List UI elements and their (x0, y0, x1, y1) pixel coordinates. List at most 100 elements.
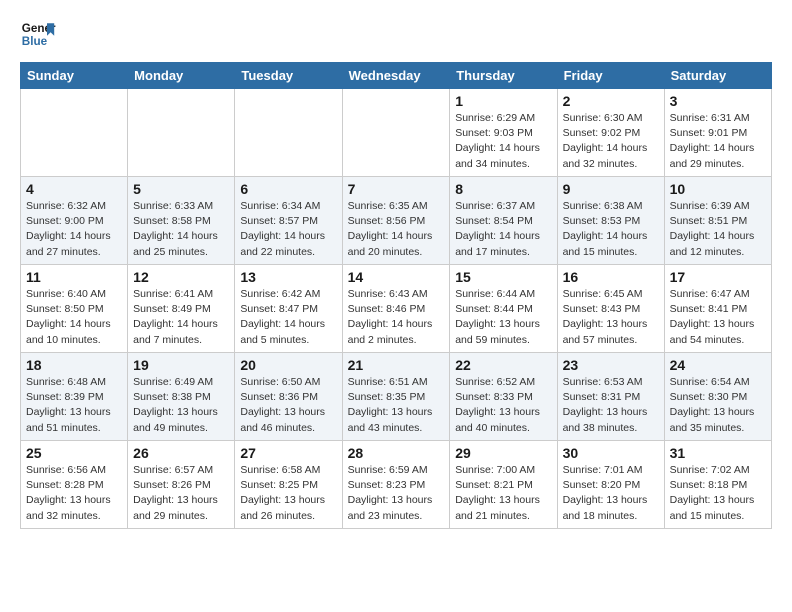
day-info: Sunrise: 6:45 AM Sunset: 8:43 PM Dayligh… (563, 287, 659, 348)
day-number: 27 (240, 445, 336, 461)
calendar-cell: 19Sunrise: 6:49 AM Sunset: 8:38 PM Dayli… (128, 353, 235, 441)
day-number: 26 (133, 445, 229, 461)
day-info: Sunrise: 6:56 AM Sunset: 8:28 PM Dayligh… (26, 463, 122, 524)
calendar-cell: 8Sunrise: 6:37 AM Sunset: 8:54 PM Daylig… (450, 177, 557, 265)
weekday-header: Friday (557, 63, 664, 89)
weekday-header: Tuesday (235, 63, 342, 89)
calendar-cell: 21Sunrise: 6:51 AM Sunset: 8:35 PM Dayli… (342, 353, 450, 441)
calendar-cell (235, 89, 342, 177)
day-number: 7 (348, 181, 445, 197)
weekday-header: Thursday (450, 63, 557, 89)
day-number: 24 (670, 357, 766, 373)
day-info: Sunrise: 6:32 AM Sunset: 9:00 PM Dayligh… (26, 199, 122, 260)
day-number: 20 (240, 357, 336, 373)
calendar-cell: 9 Sunrise: 6:38 AM Sunset: 8:53 PM Daylig… (557, 177, 664, 265)
calendar-cell: 13 Sunrise: 6:42 AM Sunset: 8:47 PM Dayli… (235, 265, 342, 353)
day-info: Sunrise: 7:02 AM Sunset: 8:18 PM Dayligh… (670, 463, 766, 524)
day-number: 25 (26, 445, 122, 461)
calendar-cell: 11 Sunrise: 6:40 AM Sunset: 8:50 PM Dayli… (21, 265, 128, 353)
calendar-cell: 20 Sunrise: 6:50 AM Sunset: 8:36 PM Dayli… (235, 353, 342, 441)
day-number: 28 (348, 445, 445, 461)
calendar-cell: 27 Sunrise: 6:58 AM Sunset: 8:25 PM Dayli… (235, 441, 342, 529)
calendar-cell: 22 Sunrise: 6:52 AM Sunset: 8:33 PM Dayli… (450, 353, 557, 441)
day-info: Sunrise: 6:50 AM Sunset: 8:36 PM Dayligh… (240, 375, 336, 436)
day-info: Sunrise: 6:54 AM Sunset: 8:30 PM Dayligh… (670, 375, 766, 436)
day-number: 30 (563, 445, 659, 461)
calendar-cell: 15 Sunrise: 6:44 AM Sunset: 8:44 PM Dayli… (450, 265, 557, 353)
day-number: 1 (455, 93, 551, 109)
day-number: 8 (455, 181, 551, 197)
day-info: Sunrise: 6:33 AM Sunset: 8:58 PM Dayligh… (133, 199, 229, 260)
day-number: 31 (670, 445, 766, 461)
calendar-cell (342, 89, 450, 177)
calendar-cell: 6 Sunrise: 6:34 AM Sunset: 8:57 PM Daylig… (235, 177, 342, 265)
calendar-cell (128, 89, 235, 177)
day-number: 18 (26, 357, 122, 373)
day-number: 13 (240, 269, 336, 285)
day-number: 23 (563, 357, 659, 373)
calendar-week-row: 18 Sunrise: 6:48 AM Sunset: 8:39 PM Dayli… (21, 353, 772, 441)
calendar-cell: 7 Sunrise: 6:35 AM Sunset: 8:56 PM Daylig… (342, 177, 450, 265)
calendar-cell: 30 Sunrise: 7:01 AM Sunset: 8:20 PM Dayli… (557, 441, 664, 529)
day-info: Sunrise: 6:31 AM Sunset: 9:01 PM Dayligh… (670, 111, 766, 172)
day-info: Sunrise: 6:29 AM Sunset: 9:03 PM Dayligh… (455, 111, 551, 172)
logo-icon: General Blue (20, 16, 56, 52)
day-info: Sunrise: 6:44 AM Sunset: 8:44 PM Dayligh… (455, 287, 551, 348)
day-info: Sunrise: 6:30 AM Sunset: 9:02 PM Dayligh… (563, 111, 659, 172)
calendar-cell: 23 Sunrise: 6:53 AM Sunset: 8:31 PM Dayli… (557, 353, 664, 441)
day-info: Sunrise: 6:40 AM Sunset: 8:50 PM Dayligh… (26, 287, 122, 348)
day-info: Sunrise: 6:52 AM Sunset: 8:33 PM Dayligh… (455, 375, 551, 436)
calendar-cell: 18 Sunrise: 6:48 AM Sunset: 8:39 PM Dayli… (21, 353, 128, 441)
calendar-cell: 26 Sunrise: 6:57 AM Sunset: 8:26 PM Dayli… (128, 441, 235, 529)
calendar-cell: 10Sunrise: 6:39 AM Sunset: 8:51 PM Dayli… (664, 177, 771, 265)
day-number: 17 (670, 269, 766, 285)
day-info: Sunrise: 6:35 AM Sunset: 8:56 PM Dayligh… (348, 199, 445, 260)
calendar-cell: 4 Sunrise: 6:32 AM Sunset: 9:00 PM Daylig… (21, 177, 128, 265)
day-info: Sunrise: 6:53 AM Sunset: 8:31 PM Dayligh… (563, 375, 659, 436)
day-info: Sunrise: 6:41 AM Sunset: 8:49 PM Dayligh… (133, 287, 229, 348)
calendar-cell: 31 Sunrise: 7:02 AM Sunset: 8:18 PM Dayli… (664, 441, 771, 529)
day-info: Sunrise: 6:49 AM Sunset: 8:38 PM Dayligh… (133, 375, 229, 436)
day-number: 2 (563, 93, 659, 109)
calendar-cell (21, 89, 128, 177)
day-info: Sunrise: 6:38 AM Sunset: 8:53 PM Dayligh… (563, 199, 659, 260)
day-info: Sunrise: 6:34 AM Sunset: 8:57 PM Dayligh… (240, 199, 336, 260)
calendar-week-row: 1 Sunrise: 6:29 AM Sunset: 9:03 PM Daylig… (21, 89, 772, 177)
day-number: 9 (563, 181, 659, 197)
day-number: 29 (455, 445, 551, 461)
day-number: 4 (26, 181, 122, 197)
day-info: Sunrise: 6:43 AM Sunset: 8:46 PM Dayligh… (348, 287, 445, 348)
weekday-header: Saturday (664, 63, 771, 89)
calendar-cell: 25 Sunrise: 6:56 AM Sunset: 8:28 PM Dayli… (21, 441, 128, 529)
calendar-cell: 2 Sunrise: 6:30 AM Sunset: 9:02 PM Daylig… (557, 89, 664, 177)
day-number: 10 (670, 181, 766, 197)
calendar-week-row: 4 Sunrise: 6:32 AM Sunset: 9:00 PM Daylig… (21, 177, 772, 265)
day-info: Sunrise: 6:48 AM Sunset: 8:39 PM Dayligh… (26, 375, 122, 436)
calendar-cell: 29Sunrise: 7:00 AM Sunset: 8:21 PM Dayli… (450, 441, 557, 529)
day-number: 12 (133, 269, 229, 285)
calendar-cell: 3Sunrise: 6:31 AM Sunset: 9:01 PM Daylig… (664, 89, 771, 177)
calendar-week-row: 25 Sunrise: 6:56 AM Sunset: 8:28 PM Dayli… (21, 441, 772, 529)
calendar-cell: 1 Sunrise: 6:29 AM Sunset: 9:03 PM Daylig… (450, 89, 557, 177)
day-number: 6 (240, 181, 336, 197)
calendar-cell: 17Sunrise: 6:47 AM Sunset: 8:41 PM Dayli… (664, 265, 771, 353)
calendar-cell: 5Sunrise: 6:33 AM Sunset: 8:58 PM Daylig… (128, 177, 235, 265)
day-number: 11 (26, 269, 122, 285)
day-info: Sunrise: 7:01 AM Sunset: 8:20 PM Dayligh… (563, 463, 659, 524)
page-header: General Blue (20, 16, 772, 52)
day-number: 15 (455, 269, 551, 285)
calendar-cell: 24 Sunrise: 6:54 AM Sunset: 8:30 PM Dayli… (664, 353, 771, 441)
day-info: Sunrise: 6:51 AM Sunset: 8:35 PM Dayligh… (348, 375, 445, 436)
weekday-header: Monday (128, 63, 235, 89)
day-number: 22 (455, 357, 551, 373)
day-info: Sunrise: 6:59 AM Sunset: 8:23 PM Dayligh… (348, 463, 445, 524)
day-info: Sunrise: 6:58 AM Sunset: 8:25 PM Dayligh… (240, 463, 336, 524)
calendar-cell: 12 Sunrise: 6:41 AM Sunset: 8:49 PM Dayli… (128, 265, 235, 353)
weekday-header: Sunday (21, 63, 128, 89)
day-info: Sunrise: 6:57 AM Sunset: 8:26 PM Dayligh… (133, 463, 229, 524)
day-number: 14 (348, 269, 445, 285)
logo: General Blue (20, 16, 56, 52)
day-info: Sunrise: 6:42 AM Sunset: 8:47 PM Dayligh… (240, 287, 336, 348)
calendar-cell: 14 Sunrise: 6:43 AM Sunset: 8:46 PM Dayli… (342, 265, 450, 353)
svg-text:Blue: Blue (22, 35, 48, 48)
